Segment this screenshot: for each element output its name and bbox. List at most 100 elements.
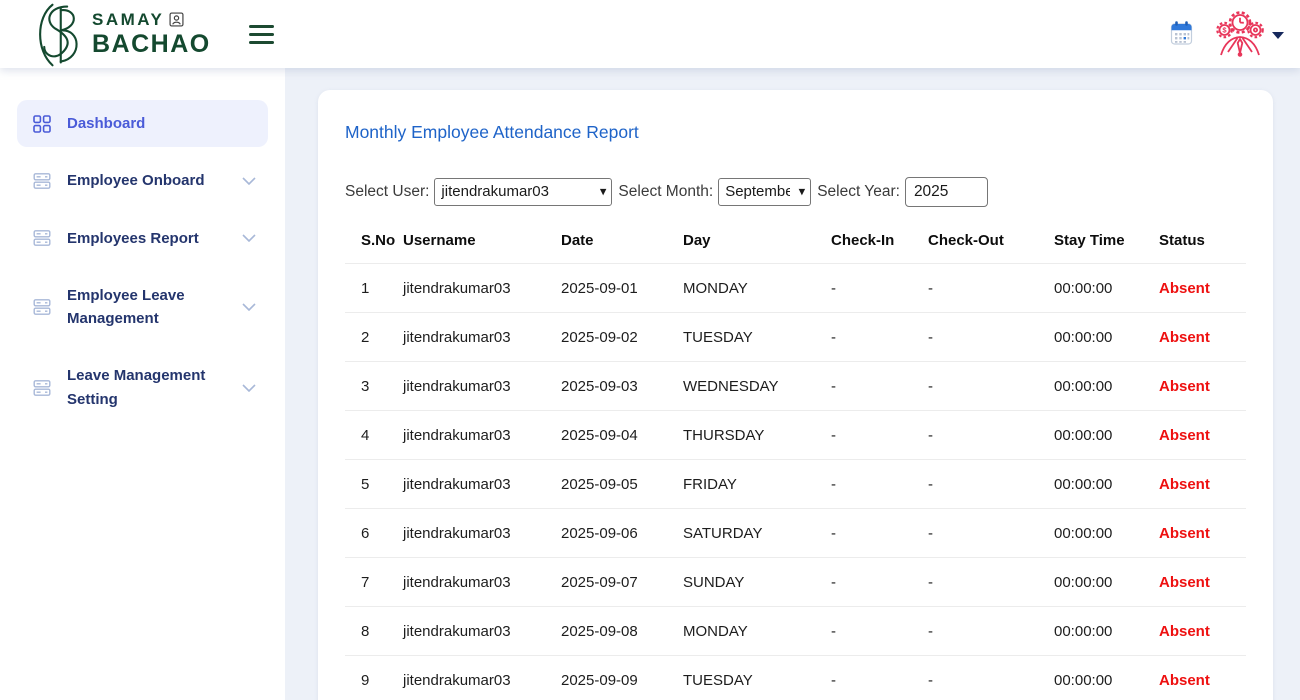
cell-checkin: - (825, 460, 922, 509)
list-stack-icon (33, 379, 53, 397)
table-row: 6 jitendrakumar03 2025-09-06 SATURDAY - … (345, 509, 1246, 558)
brand-monogram-icon (28, 2, 88, 68)
select-user-label: Select User: (345, 183, 429, 201)
attendance-report-card: Monthly Employee Attendance Report Selec… (318, 90, 1273, 700)
status-badge: Absent (1153, 558, 1246, 607)
table-body: 1 jitendrakumar03 2025-09-01 MONDAY - - … (345, 264, 1246, 700)
cell-date: 2025-09-07 (555, 558, 677, 607)
cell-checkin: - (825, 313, 922, 362)
calendar-icon (1170, 20, 1194, 46)
month-select[interactable]: September (718, 178, 811, 206)
status-badge: Absent (1153, 509, 1246, 558)
cell-staytime: 00:00:00 (1048, 558, 1153, 607)
hamburger-icon (249, 25, 274, 28)
cell-date: 2025-09-03 (555, 362, 677, 411)
sidebar-item-employee-leave-management[interactable]: Employee Leave Management (17, 272, 268, 343)
user-select[interactable]: jitendrakumar03 (434, 178, 612, 206)
cell-sno: 3 (345, 362, 397, 411)
cell-sno: 5 (345, 460, 397, 509)
cell-date: 2025-09-01 (555, 264, 677, 313)
table-row: 7 jitendrakumar03 2025-09-07 SUNDAY - - … (345, 558, 1246, 607)
table-row: 3 jitendrakumar03 2025-09-03 WEDNESDAY -… (345, 362, 1246, 411)
cell-sno: 9 (345, 656, 397, 700)
sidebar-nav: Dashboard Employee Onboard Employee (0, 68, 285, 700)
main-content: Monthly Employee Attendance Report Selec… (285, 68, 1300, 700)
brand-logo[interactable]: SAMAY BACHAO (28, 0, 211, 68)
cell-staytime: 00:00:00 (1048, 264, 1153, 313)
chevron-down-icon (242, 303, 256, 311)
status-badge: Absent (1153, 362, 1246, 411)
col-header-checkout: Check-Out (922, 217, 1048, 264)
sidebar-item-label: Employee Onboard (67, 169, 225, 192)
brand-name-bottom: BACHAO (92, 32, 211, 57)
table-row: 5 jitendrakumar03 2025-09-05 FRIDAY - - … (345, 460, 1246, 509)
sidebar-item-label: Leave Management Setting (67, 364, 225, 411)
col-header-username: Username (397, 217, 555, 264)
col-header-sno: S.No (345, 217, 397, 264)
sidebar-item-employee-onboard[interactable]: Employee Onboard (17, 157, 268, 204)
cell-staytime: 00:00:00 (1048, 313, 1153, 362)
table-header-row: S.No Username Date Day Check-In Check-Ou… (345, 217, 1246, 264)
brand-person-badge-icon (169, 12, 184, 27)
cell-username: jitendrakumar03 (397, 607, 555, 656)
cell-username: jitendrakumar03 (397, 411, 555, 460)
cell-date: 2025-09-04 (555, 411, 677, 460)
cell-date: 2025-09-08 (555, 607, 677, 656)
svg-text:$: $ (1222, 26, 1227, 35)
list-stack-icon (33, 298, 53, 316)
cell-date: 2025-09-05 (555, 460, 677, 509)
chevron-down-icon (242, 177, 256, 185)
col-header-day: Day (677, 217, 825, 264)
user-profile-menu[interactable]: $ (1216, 11, 1284, 57)
sidebar-item-employees-report[interactable]: Employees Report (17, 215, 268, 262)
cell-checkin: - (825, 411, 922, 460)
profile-dropdown-caret-icon (1272, 32, 1284, 39)
select-month-label: Select Month: (618, 183, 713, 201)
status-badge: Absent (1153, 411, 1246, 460)
col-header-status: Status (1153, 217, 1246, 264)
cell-staytime: 00:00:00 (1048, 656, 1153, 700)
cell-username: jitendrakumar03 (397, 460, 555, 509)
cell-checkout: - (922, 607, 1048, 656)
sidebar-toggle-button[interactable] (245, 21, 278, 48)
cell-sno: 7 (345, 558, 397, 607)
cell-staytime: 00:00:00 (1048, 607, 1153, 656)
col-header-checkin: Check-In (825, 217, 922, 264)
cell-username: jitendrakumar03 (397, 558, 555, 607)
sidebar-item-leave-management-setting[interactable]: Leave Management Setting (17, 352, 268, 423)
attendance-table: S.No Username Date Day Check-In Check-Ou… (345, 217, 1246, 700)
sidebar-item-label: Employees Report (67, 227, 225, 250)
list-stack-icon (33, 172, 53, 190)
cell-date: 2025-09-02 (555, 313, 677, 362)
brand-name-top: SAMAY (92, 11, 164, 28)
cell-day: FRIDAY (677, 460, 825, 509)
cell-username: jitendrakumar03 (397, 264, 555, 313)
cell-day: MONDAY (677, 607, 825, 656)
sidebar-item-label: Employee Leave Management (67, 284, 225, 331)
list-stack-icon (33, 229, 53, 247)
cell-checkin: - (825, 509, 922, 558)
table-row: 9 jitendrakumar03 2025-09-09 TUESDAY - -… (345, 656, 1246, 700)
sidebar-item-label: Dashboard (67, 112, 225, 135)
status-badge: Absent (1153, 264, 1246, 313)
cell-day: SUNDAY (677, 558, 825, 607)
cell-checkout: - (922, 509, 1048, 558)
cell-checkin: - (825, 607, 922, 656)
page-title: Monthly Employee Attendance Report (345, 122, 1246, 143)
calendar-button[interactable] (1170, 20, 1194, 49)
select-year-label: Select Year: (817, 183, 900, 201)
cell-checkin: - (825, 656, 922, 700)
cell-day: TUESDAY (677, 313, 825, 362)
status-badge: Absent (1153, 460, 1246, 509)
chevron-down-icon (242, 234, 256, 242)
year-input[interactable] (905, 177, 988, 207)
cell-checkin: - (825, 362, 922, 411)
cell-checkin: - (825, 558, 922, 607)
sidebar-item-dashboard[interactable]: Dashboard (17, 100, 268, 147)
cell-sno: 1 (345, 264, 397, 313)
cell-day: WEDNESDAY (677, 362, 825, 411)
grid-icon (33, 115, 53, 133)
table-row: 2 jitendrakumar03 2025-09-02 TUESDAY - -… (345, 313, 1246, 362)
cell-checkout: - (922, 656, 1048, 700)
cell-checkout: - (922, 264, 1048, 313)
